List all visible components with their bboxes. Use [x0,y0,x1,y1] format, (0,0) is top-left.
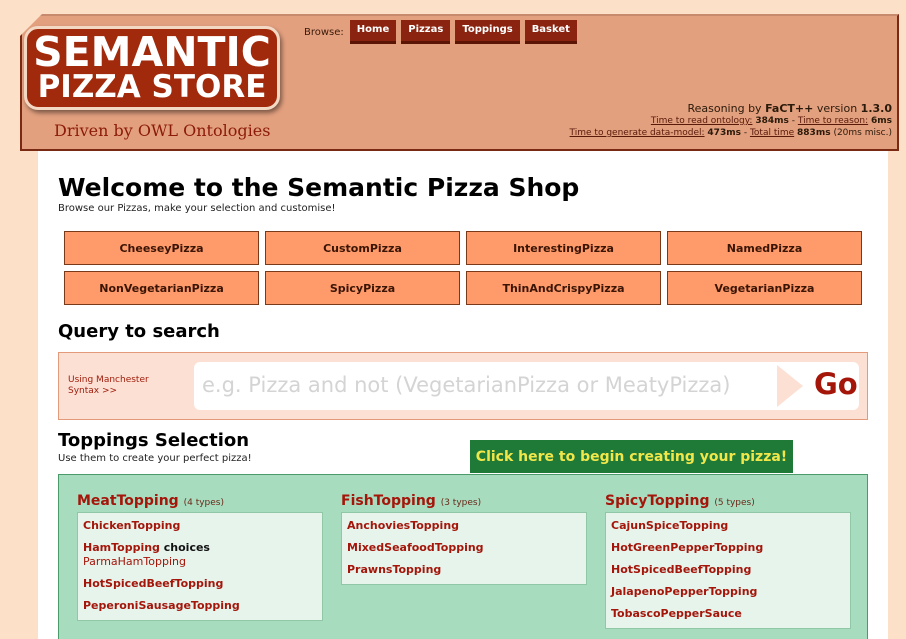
list-item[interactable]: ChickenTopping [83,516,317,538]
reason-time-value: 6ms [871,116,892,126]
query-box: Using Manchester Syntax >> e.g. Pizza an… [58,352,868,420]
list-item[interactable]: TobascoPepperSauce [611,604,845,626]
fish-topping-list: AnchoviesTopping MixedSeafoodTopping Pra… [341,512,587,585]
tagline: Driven by OWL Ontologies [54,121,271,140]
category-named[interactable]: NamedPizza [667,231,862,265]
read-time-value: 384ms [755,116,789,126]
nav-pizzas[interactable]: Pizzas [401,20,451,44]
query-title: Query to search [58,321,220,342]
timing-line-2: Time to generate data-model: 473ms - Tot… [569,128,892,138]
meat-topping-column: MeatTopping (4 types) ChickenTopping Ham… [77,493,323,621]
version-label: version [813,102,861,115]
syntax-hint[interactable]: Using Manchester Syntax >> [68,375,149,397]
meat-topping-name[interactable]: MeatTopping [77,493,179,509]
reasoning-info: Reasoning by FaCT++ version 1.3.0 Time t… [570,103,892,139]
hint-line1: Using Manchester [68,375,149,385]
list-item: HamTopping choices ParmaHamTopping [83,538,317,574]
category-custom[interactable]: CustomPizza [265,231,460,265]
pizza-categories: CheeseyPizza CustomPizza InterestingPizz… [64,231,862,305]
main-content: Welcome to the Semantic Pizza Shop Brows… [38,151,888,639]
store-logo[interactable]: SEMANTIC PIZZA STORE [24,26,280,110]
category-cheesey[interactable]: CheeseyPizza [64,231,259,265]
reasoning-prefix: Reasoning by [687,102,766,115]
browse-label: Browse: [304,26,344,38]
timing-line-1: Time to read ontology: 384ms - Time to r… [650,116,892,126]
page-title: Welcome to the Semantic Pizza Shop [58,173,580,202]
list-item[interactable]: MixedSeafoodTopping [347,538,581,560]
fish-topping-count: (3 types) [440,498,482,508]
category-vegetarian[interactable]: VegetarianPizza [667,271,862,305]
ham-topping-link[interactable]: HamTopping [83,541,160,554]
spicy-topping-column: SpicyTopping (5 types) CajunSpiceTopping… [605,493,851,629]
list-item[interactable]: HotGreenPepperTopping [611,538,845,560]
fish-topping-column: FishTopping (3 types) AnchoviesTopping M… [341,493,587,585]
total-time-link[interactable]: Total time [750,128,794,138]
page-subtitle: Browse our Pizzas, make your selection a… [58,203,336,214]
nav-home[interactable]: Home [349,20,397,44]
spicy-topping-header[interactable]: SpicyTopping (5 types) [605,493,851,509]
list-item[interactable]: HotSpicedBeefTopping [83,574,317,596]
nav-toppings[interactable]: Toppings [455,20,520,44]
choices-label: choices [163,541,210,554]
spicy-topping-count: (5 types) [714,498,755,508]
reasoning-version: 1.3.0 [860,102,892,115]
toppings-title: Toppings Selection [58,430,250,451]
reasoning-line: Reasoning by FaCT++ version 1.3.0 [570,103,892,115]
fish-topping-name[interactable]: FishTopping [341,493,436,509]
spicy-topping-name[interactable]: SpicyTopping [605,493,709,509]
meat-topping-header[interactable]: MeatTopping (4 types) [77,493,323,509]
category-nonvegetarian[interactable]: NonVegetarianPizza [64,271,259,305]
list-item[interactable]: HotSpicedBeefTopping [611,560,845,582]
logo-line1: SEMANTIC [33,28,271,76]
list-item[interactable]: PeperoniSausageTopping [83,596,317,618]
category-interesting[interactable]: InterestingPizza [466,231,661,265]
go-arrow-icon [777,365,803,407]
hint-line2: Syntax >> [68,386,118,396]
list-item[interactable]: PrawnsTopping [347,560,581,582]
category-thinandcrispy[interactable]: ThinAndCrispyPizza [466,271,661,305]
fish-topping-header[interactable]: FishTopping (3 types) [341,493,587,509]
list-item[interactable]: CajunSpiceTopping [611,516,845,538]
create-pizza-button[interactable]: Click here to begin creating your pizza! [470,440,793,473]
reason-time-link[interactable]: Time to reason: [798,116,868,126]
spicy-topping-list: CajunSpiceTopping HotGreenPepperTopping … [605,512,851,629]
list-item[interactable]: JalapenoPepperTopping [611,582,845,604]
logo-line2: PIZZA STORE [37,69,267,105]
nav-basket[interactable]: Basket [524,20,577,44]
list-item[interactable]: AnchoviesTopping [347,516,581,538]
total-time-value: 883ms [797,128,831,138]
model-time-link[interactable]: Time to generate data-model: [570,128,705,138]
browse-nav: Browse: Home Pizzas Toppings Basket [304,20,582,44]
misc-time: (20ms misc.) [833,128,892,138]
go-button[interactable]: Go [814,367,858,401]
meat-topping-list: ChickenTopping HamTopping choices ParmaH… [77,512,323,621]
reasoning-engine: FaCT++ [765,102,814,115]
toppings-subtitle: Use them to create your perfect pizza! [58,453,252,464]
toppings-panel: MeatTopping (4 types) ChickenTopping Ham… [58,474,868,639]
read-time-link[interactable]: Time to read ontology: [651,116,753,126]
model-time-value: 473ms [707,128,741,138]
meat-topping-count: (4 types) [183,498,224,508]
query-input[interactable]: e.g. Pizza and not (VegetarianPizza or M… [194,362,859,410]
category-spicy[interactable]: SpicyPizza [265,271,460,305]
parma-ham-topping-link[interactable]: ParmaHamTopping [83,555,317,568]
